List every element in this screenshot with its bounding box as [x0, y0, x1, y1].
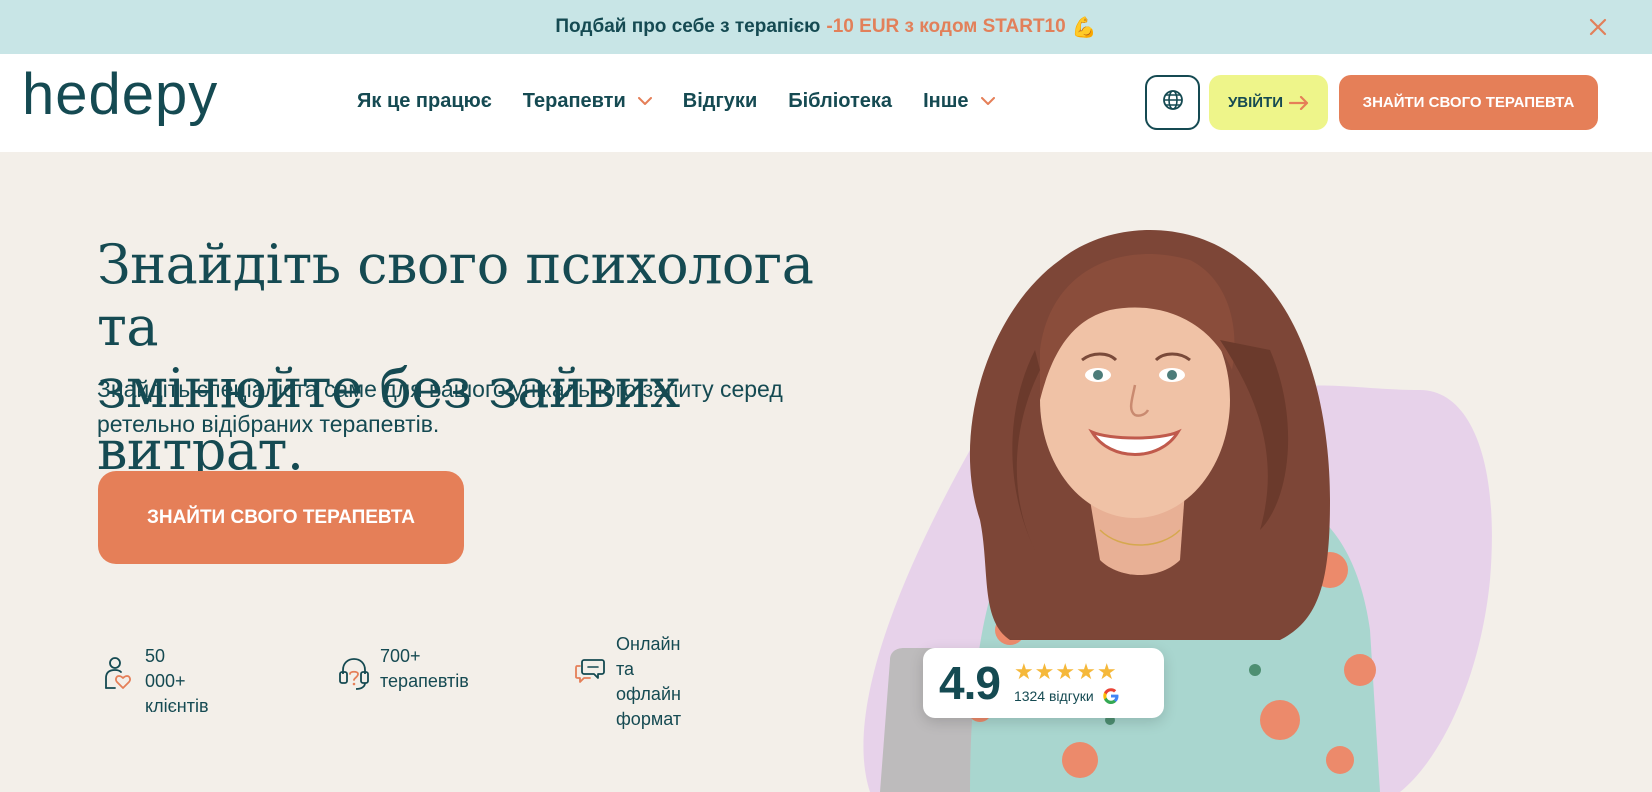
stat-value: 50 000+	[145, 646, 186, 691]
nav-how-it-works[interactable]: Як це працює	[357, 90, 492, 113]
find-therapist-hero-button[interactable]: ЗНАЙТИ СВОГО ТЕРАПЕВТА	[98, 471, 464, 564]
nav-label: Як це працює	[357, 90, 492, 112]
headset-icon	[338, 656, 369, 692]
hero-subtitle-line-2: ретельно відібраних терапевтів.	[97, 411, 440, 437]
stat-clients: 50 000+ клієнтів	[103, 644, 209, 719]
promo-text: Подбай про себе з терапією	[555, 16, 821, 37]
svg-text:hedepy: hedepy	[22, 62, 218, 127]
promo-discount: -10 EUR з кодом START10	[826, 16, 1066, 37]
stat-format: Онлайн та офлайн формат	[574, 632, 681, 732]
main-nav: Як це працює Терапевти Відгуки Бібліотек…	[357, 90, 1026, 113]
stat-label: офлайн	[616, 684, 681, 704]
hero-title: Знайдіть свого психолога та змінюйте без…	[97, 234, 857, 482]
hero-title-line-1: Знайдіть свого психолога та	[97, 233, 814, 358]
hero-subtitle: Знайдіть спеціаліста саме для вашого уні…	[97, 372, 857, 442]
nav-label: Бібліотека	[788, 90, 893, 112]
client-heart-icon	[103, 656, 133, 692]
site-header: hedepy Як це працює Терапевти Відгуки Бі…	[0, 54, 1652, 152]
stat-label: формат	[616, 709, 682, 729]
stat-label: терапевтів	[380, 671, 469, 691]
hedepy-logo[interactable]: hedepy	[22, 58, 242, 142]
find-therapist-header-button[interactable]: ЗНАЙТИ СВОГО ТЕРАПЕВТА	[1339, 75, 1598, 130]
nav-other[interactable]: Інше	[923, 90, 995, 113]
nav-label: Терапевти	[522, 90, 626, 112]
nav-label: Інше	[923, 90, 969, 112]
stat-value: 700+	[380, 646, 421, 666]
nav-library[interactable]: Бібліотека	[788, 90, 892, 113]
rating-card: 4.9 ★★★★★ 1324 відгуки	[923, 648, 1164, 718]
promo-banner: Подбай про себе з терапією -10 EUR з код…	[0, 0, 1652, 54]
chevron-down-icon	[637, 97, 652, 106]
review-count: 1324 відгуки	[1013, 688, 1094, 704]
chevron-down-icon	[980, 97, 995, 106]
arrow-right-icon	[1289, 95, 1309, 110]
close-icon[interactable]	[1584, 13, 1612, 41]
nav-therapists[interactable]: Терапевти	[523, 90, 652, 113]
hero-subtitle-line-1: Знайдіть спеціаліста саме для вашого уні…	[97, 376, 783, 402]
login-button[interactable]: УВІЙТИ	[1209, 75, 1328, 130]
globe-icon	[1162, 89, 1184, 116]
stat-therapists: 700+ терапевтів	[338, 644, 469, 694]
rating-stars: ★★★★★	[1013, 659, 1118, 684]
stat-value: Онлайн та	[616, 634, 681, 679]
chat-bubbles-icon	[574, 656, 605, 692]
flexed-biceps-emoji: 💪	[1071, 16, 1097, 39]
nav-reviews[interactable]: Відгуки	[683, 90, 757, 113]
stat-label: клієнтів	[145, 696, 209, 716]
rating-score: 4.9	[939, 657, 1001, 709]
nav-label: Відгуки	[682, 90, 758, 112]
google-icon	[1102, 687, 1120, 705]
language-button[interactable]	[1145, 75, 1200, 130]
login-label: УВІЙТИ	[1227, 94, 1284, 111]
